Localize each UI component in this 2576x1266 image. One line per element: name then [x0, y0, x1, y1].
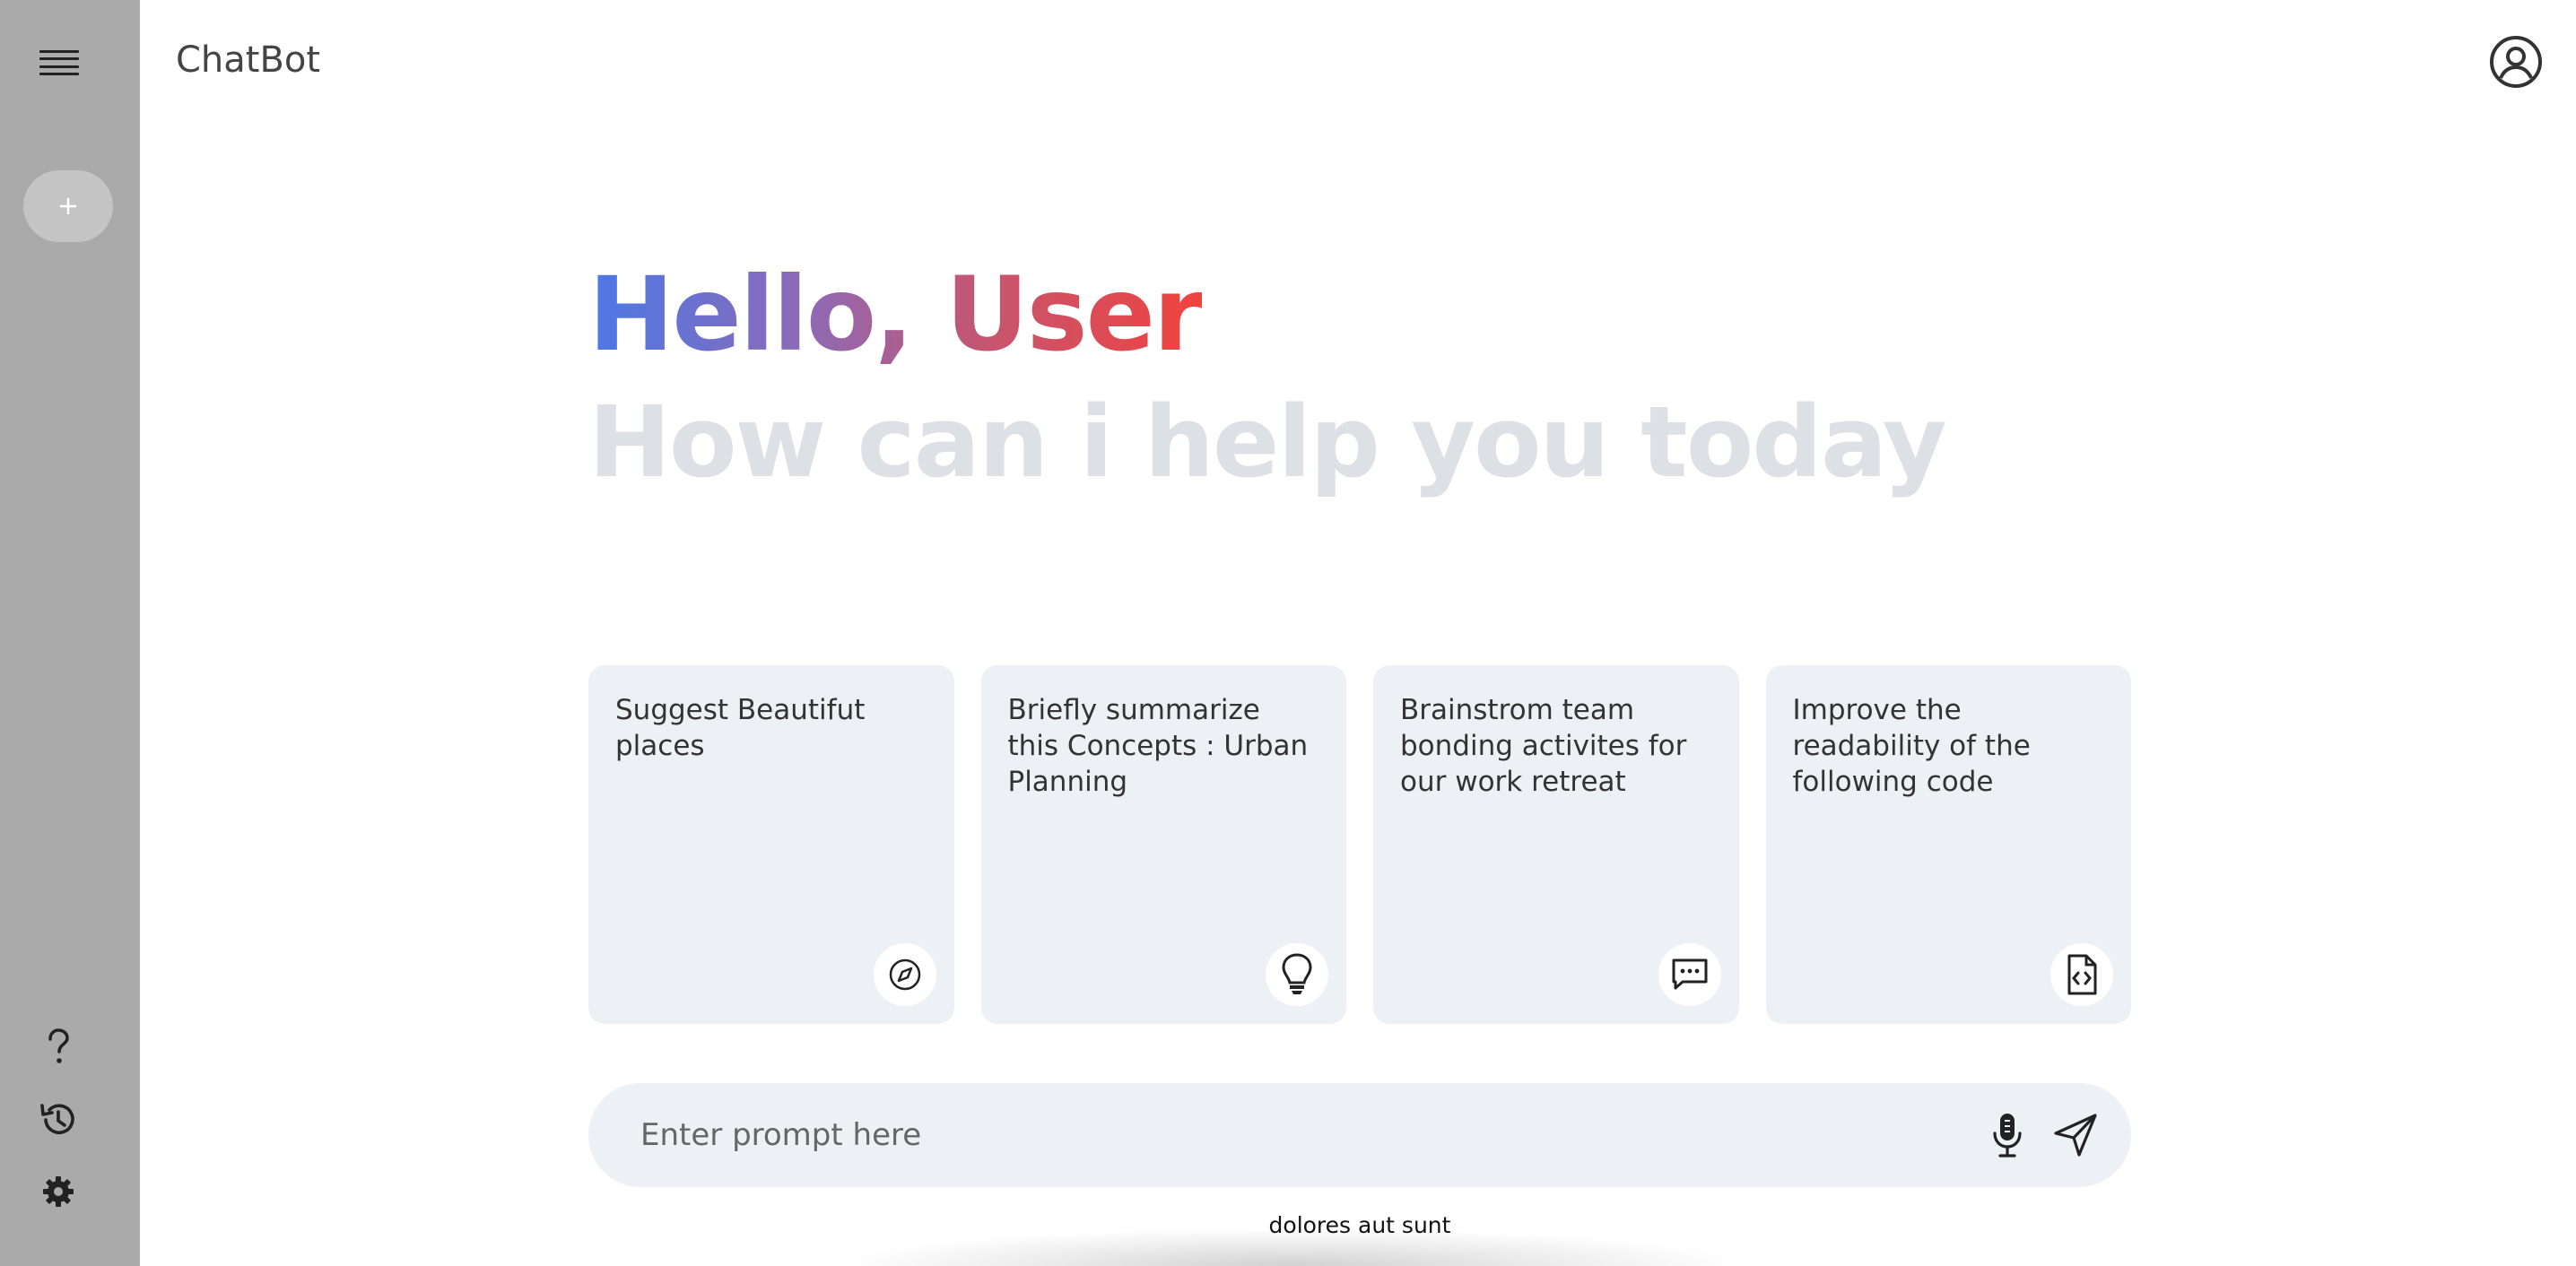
plus-icon: [60, 198, 76, 214]
greeting-text: Hello, User: [588, 255, 1204, 374]
card-text: Brainstrom team bonding activites for ou…: [1400, 694, 1687, 798]
code-file-icon: [2050, 943, 2113, 1006]
suggestion-card[interactable]: Suggest Beautifut places: [588, 665, 954, 1024]
suggestion-card[interactable]: Brainstrom team bonding activites for ou…: [1373, 665, 1739, 1024]
sidebar: [0, 0, 140, 1266]
suggestion-card[interactable]: Improve the readability of the following…: [1765, 665, 2131, 1024]
user-circle-icon: [2490, 36, 2542, 88]
suggestion-card[interactable]: Briefly summarize this Concepts : Urban …: [980, 665, 1346, 1024]
greeting-subtitle: How can i help you today: [588, 385, 1947, 499]
app-title: ChatBot: [176, 39, 321, 81]
footer-text: dolores aut sunt: [1268, 1212, 1451, 1238]
prompt-bar: [588, 1083, 2131, 1187]
card-text: Improve the readability of the following…: [1792, 694, 2031, 798]
question-mark-icon: [48, 1028, 69, 1063]
microphone-icon: [1993, 1114, 2022, 1158]
hamburger-menu-icon[interactable]: [39, 50, 79, 75]
gear-icon: [43, 1176, 74, 1207]
settings-button[interactable]: [38, 1171, 79, 1212]
prompt-input[interactable]: [639, 1083, 1894, 1187]
history-icon: [40, 1104, 74, 1135]
chatbot-page: ChatBot Hello, User How can i help you t…: [0, 0, 2576, 1266]
greeting-heading: Hello, User: [588, 255, 1204, 374]
message-dots-icon: [1658, 943, 1721, 1006]
microphone-button[interactable]: [1984, 1112, 2031, 1158]
suggestion-cards: Suggest Beautifut places Briefly summari…: [588, 665, 2131, 1024]
new-chat-button[interactable]: [23, 170, 113, 242]
compass-icon: [873, 943, 936, 1006]
card-text: Briefly summarize this Concepts : Urban …: [1007, 694, 1309, 798]
send-icon: [2054, 1114, 2097, 1157]
lightbulb-icon: [1266, 943, 1328, 1006]
help-button[interactable]: [38, 1027, 79, 1068]
card-text: Suggest Beautifut places: [615, 694, 866, 762]
send-button[interactable]: [2050, 1110, 2101, 1160]
user-avatar-button[interactable]: [2488, 34, 2544, 90]
history-button[interactable]: [38, 1099, 79, 1140]
